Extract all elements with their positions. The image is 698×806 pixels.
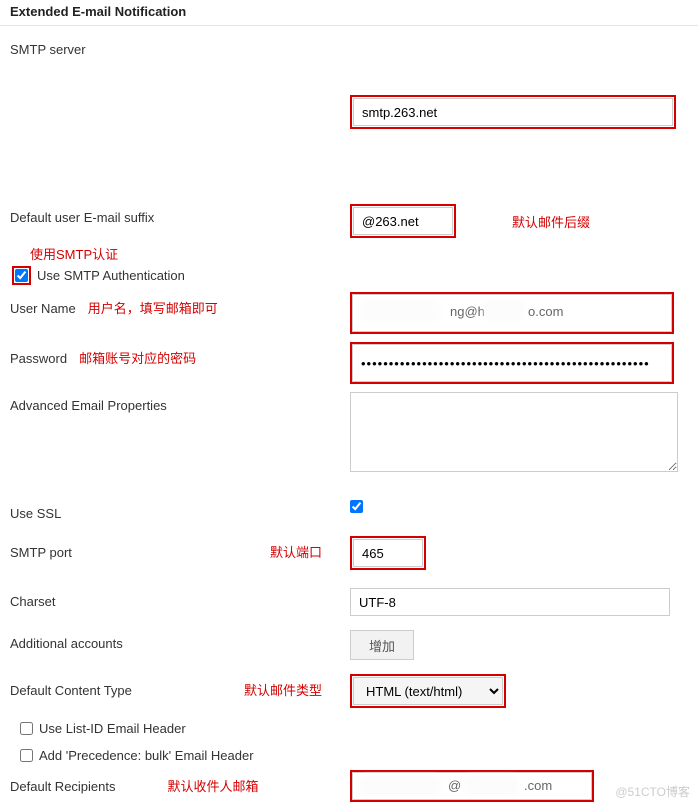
precedence-checkbox[interactable] xyxy=(20,749,33,762)
use-ssl-checkbox[interactable] xyxy=(350,500,363,513)
list-id-checkbox[interactable] xyxy=(20,722,33,735)
content-type-annotation: 默认邮件类型 xyxy=(244,680,322,699)
user-name-fragment-mid: ng@h xyxy=(450,304,485,319)
advanced-textarea[interactable] xyxy=(350,392,678,472)
default-suffix-input[interactable] xyxy=(353,207,453,235)
default-suffix-label: Default user E-mail suffix xyxy=(10,210,154,225)
smtp-auth-annotation: 使用SMTP认证 xyxy=(30,247,118,262)
watermark: @51CTO博客 xyxy=(615,783,690,800)
default-recipients-annotation: 默认收件人邮箱 xyxy=(168,776,259,795)
smtp-auth-checkbox[interactable] xyxy=(15,269,28,282)
add-account-button[interactable]: 增加 xyxy=(350,630,414,660)
charset-input[interactable] xyxy=(350,588,670,616)
precedence-label: Add 'Precedence: bulk' Email Header xyxy=(39,748,254,763)
list-id-label: Use List-ID Email Header xyxy=(39,721,186,736)
password-label: Password xyxy=(10,351,67,366)
smtp-server-input[interactable] xyxy=(353,98,673,126)
user-name-annotation: 用户名，填写邮箱即可 xyxy=(88,298,218,317)
smtp-port-label: SMTP port xyxy=(10,545,72,560)
smtp-port-input[interactable] xyxy=(353,539,423,567)
content-type-label: Default Content Type xyxy=(10,683,132,698)
content-type-select[interactable]: HTML (text/html) xyxy=(353,677,503,705)
default-recipients-label: Default Recipients xyxy=(10,779,116,794)
default-recipients-fragment-end: .com xyxy=(524,778,552,793)
smtp-auth-label: Use SMTP Authentication xyxy=(37,268,185,283)
user-name-fragment-end: o.com xyxy=(528,304,563,319)
default-recipients-fragment-mid: @ xyxy=(448,778,461,793)
smtp-port-annotation: 默认端口 xyxy=(270,542,322,561)
default-suffix-annotation: 默认邮件后缀 xyxy=(512,212,590,231)
charset-label: Charset xyxy=(10,594,56,609)
user-name-label: User Name xyxy=(10,301,76,316)
section-title: Extended E-mail Notification xyxy=(0,0,698,26)
advanced-label: Advanced Email Properties xyxy=(10,398,167,413)
password-input[interactable] xyxy=(352,344,672,382)
additional-accounts-label: Additional accounts xyxy=(10,636,123,651)
use-ssl-label: Use SSL xyxy=(10,506,61,521)
smtp-server-label: SMTP server xyxy=(10,42,86,57)
password-annotation: 邮箱账号对应的密码 xyxy=(79,348,196,367)
